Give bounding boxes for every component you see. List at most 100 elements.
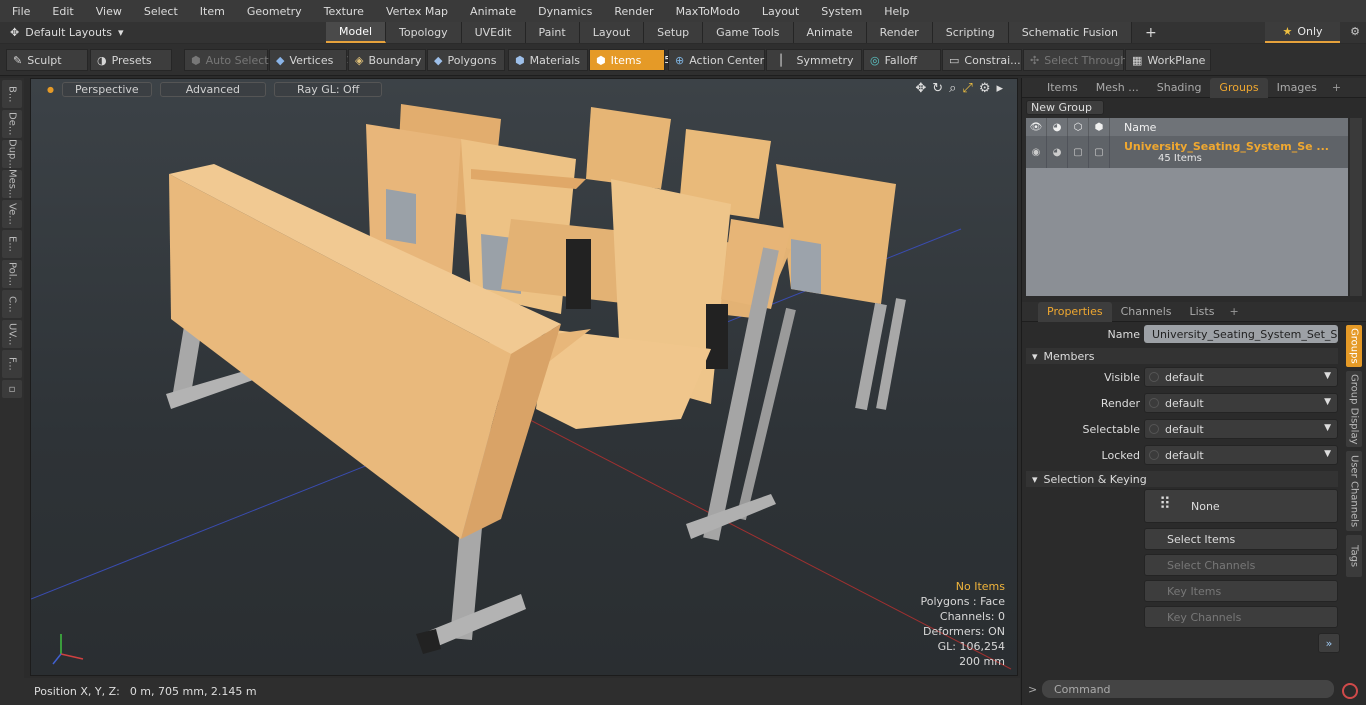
left-tab-9[interactable]: F... [2, 350, 22, 378]
tab-lists[interactable]: Lists [1181, 302, 1224, 322]
name-input[interactable]: University_Seating_System_Set_Six_S [1144, 325, 1338, 343]
left-tab-5[interactable]: E... [2, 230, 22, 258]
constraints-button[interactable]: ▭ Constrai... [942, 49, 1022, 71]
tab-mesh[interactable]: Mesh ... [1087, 78, 1148, 98]
menu-layout[interactable]: Layout [750, 5, 809, 18]
selectable-dropdown[interactable]: default ▼ [1144, 419, 1338, 439]
eye-icon[interactable]: 👁 [1026, 118, 1047, 136]
key-items-button[interactable]: Key Items [1144, 580, 1338, 602]
expand-button[interactable]: » [1318, 633, 1340, 653]
tab-uvedit[interactable]: UVEdit [461, 22, 526, 43]
left-tab-8[interactable]: UV... [2, 320, 22, 348]
tab-channels[interactable]: Channels [1112, 302, 1181, 322]
add-panel-icon[interactable]: + [1326, 81, 1347, 94]
left-tab-0[interactable]: B... [2, 80, 22, 108]
gear-icon[interactable]: ⚙ [1350, 25, 1360, 38]
menu-dynamics[interactable]: Dynamics [526, 5, 602, 18]
menu-texture[interactable]: Texture [312, 5, 374, 18]
row-select-box[interactable]: ▢ [1068, 136, 1089, 168]
left-tab-1[interactable]: De... [2, 110, 22, 138]
side-tab-user-channels[interactable]: User Channels [1346, 451, 1362, 531]
pan-icon[interactable]: ✥ [915, 81, 926, 96]
polygons-button[interactable]: ◆ Polygons [427, 49, 505, 71]
record-icon[interactable] [1342, 683, 1358, 699]
new-group-button[interactable]: New Group [1026, 100, 1104, 115]
row-render-icon[interactable]: ◕ [1047, 136, 1068, 168]
materials-button[interactable]: ⬢ Materials [508, 49, 588, 71]
zoom-icon[interactable]: ⌕ [949, 81, 956, 96]
locked-dropdown[interactable]: default ▼ [1144, 445, 1338, 465]
tab-topology[interactable]: Topology [386, 22, 462, 43]
members-section[interactable]: ▾ Members [1026, 348, 1338, 364]
tab-render[interactable]: Render [866, 22, 933, 43]
symmetry-button[interactable]: ▕ Symmetry [766, 49, 862, 71]
side-tab-groups[interactable]: Groups [1346, 325, 1362, 367]
play-icon[interactable]: ▸ [996, 81, 1003, 96]
advanced-button[interactable]: Advanced [159, 81, 267, 97]
render-icon[interactable]: ◕ [1047, 118, 1068, 136]
tab-schematic-fusion[interactable]: Schematic Fusion [1008, 22, 1133, 43]
workplane-button[interactable]: ▦ WorkPlane [1125, 49, 1211, 71]
none-button[interactable]: ⠿ None [1144, 489, 1338, 523]
boundary-button[interactable]: ◈ Boundary [348, 49, 426, 71]
left-tab-3[interactable]: Mes... [2, 169, 22, 199]
3d-viewport[interactable]: ● Perspective Advanced Ray GL: Off ✥ ↻ ⌕… [30, 78, 1018, 676]
menu-render[interactable]: Render [602, 5, 663, 18]
selection-keying-section[interactable]: ▾ Selection & Keying [1026, 471, 1338, 487]
render-dropdown[interactable]: default ▼ [1144, 393, 1338, 413]
raygl-button[interactable]: Ray GL: Off [274, 81, 383, 97]
layout-dropdown[interactable]: ✥ Default Layouts ▾ [0, 22, 140, 43]
left-tab-7[interactable]: C... [2, 290, 22, 318]
select-channels-button[interactable]: Select Channels [1144, 554, 1338, 576]
tab-shading[interactable]: Shading [1148, 78, 1211, 98]
menu-system[interactable]: System [809, 5, 872, 18]
left-tab-2[interactable]: Dup... [2, 139, 22, 169]
key-channels-button[interactable]: Key Channels [1144, 606, 1338, 628]
row-eye-icon[interactable]: ◉ [1026, 136, 1047, 168]
tab-scripting[interactable]: Scripting [932, 22, 1009, 43]
row-lock-box[interactable]: ▢ [1089, 136, 1110, 168]
tab-images[interactable]: Images [1268, 78, 1326, 98]
add-tab-button[interactable]: + [1132, 22, 1170, 43]
sculpt-button[interactable]: ✎ Sculpt [6, 49, 88, 71]
groups-scrollbar[interactable] [1350, 118, 1362, 296]
rotate-icon[interactable]: ↻ [932, 81, 943, 96]
left-tab-extra[interactable]: ▫ [2, 380, 22, 398]
command-input[interactable]: Command [1042, 680, 1334, 698]
fit-icon[interactable]: ⤢ [962, 81, 972, 96]
left-tab-4[interactable]: Ve... [2, 200, 22, 228]
select-items-button[interactable]: Select Items [1144, 528, 1338, 550]
left-tab-6[interactable]: Pol... [2, 260, 22, 288]
menu-edit[interactable]: Edit [40, 5, 83, 18]
tab-setup[interactable]: Setup [644, 22, 704, 43]
tab-properties[interactable]: Properties [1038, 301, 1112, 322]
falloff-button[interactable]: ◎ Falloff [863, 49, 941, 71]
menu-maxtomodo[interactable]: MaxToModo [664, 5, 750, 18]
presets-button[interactable]: ◑ Presets [90, 49, 172, 71]
menu-geometry[interactable]: Geometry [235, 5, 312, 18]
lock-icon[interactable]: ⬢ [1089, 118, 1110, 136]
perspective-button[interactable]: Perspective [61, 81, 152, 97]
auto-select-button[interactable]: ⬢ Auto Select [184, 49, 269, 71]
items-button[interactable]: ⬢Items5 [589, 49, 671, 71]
menu-animate[interactable]: Animate [458, 5, 526, 18]
tab-game-tools[interactable]: Game Tools [703, 22, 794, 43]
menu-item[interactable]: Item [188, 5, 235, 18]
tab-layout[interactable]: Layout [579, 22, 645, 43]
menu-view[interactable]: View [84, 5, 132, 18]
tab-groups[interactable]: Groups [1210, 77, 1268, 98]
side-tab-tags[interactable]: Tags [1346, 535, 1362, 577]
menu-help[interactable]: Help [872, 5, 919, 18]
menu-file[interactable]: File [0, 5, 40, 18]
action-center-button[interactable]: ⊕ Action Center [668, 49, 765, 71]
select-through-button[interactable]: ✣ Select Through [1023, 49, 1127, 71]
tab-model[interactable]: Model [326, 22, 387, 43]
viewport-gear-icon[interactable]: ⚙ [979, 81, 991, 96]
visible-dropdown[interactable]: default ▼ [1144, 367, 1338, 387]
tab-items[interactable]: Items [1038, 78, 1087, 98]
tab-paint[interactable]: Paint [525, 22, 580, 43]
select-icon[interactable]: ⬡ [1068, 118, 1089, 136]
side-tab-group-display[interactable]: Group Display [1346, 371, 1362, 447]
vertices-button[interactable]: ◆Vertices1 [269, 49, 353, 71]
only-button[interactable]: ★ Only [1265, 22, 1340, 43]
